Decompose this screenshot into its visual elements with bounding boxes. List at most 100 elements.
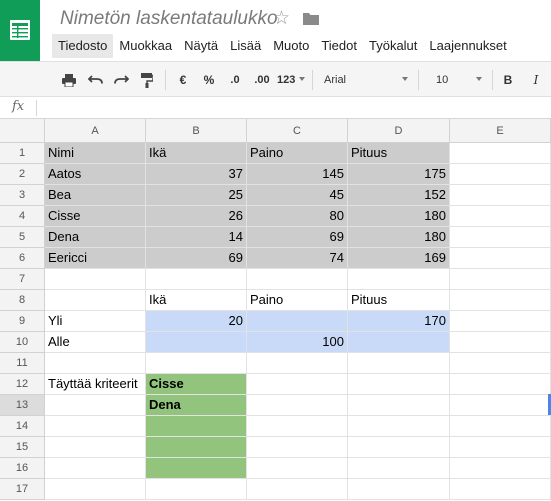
- row-header-9[interactable]: 9: [0, 311, 45, 332]
- formula-input[interactable]: [42, 100, 542, 116]
- column-header-a[interactable]: A: [45, 119, 146, 143]
- cell-d13[interactable]: [348, 395, 450, 416]
- menu-tools[interactable]: Työkalut: [363, 34, 423, 58]
- cell-a16[interactable]: [45, 458, 146, 479]
- cell-b13[interactable]: Dena: [146, 395, 247, 416]
- cell-c1[interactable]: Paino: [247, 143, 348, 164]
- cell-c7[interactable]: [247, 269, 348, 290]
- row-header-5[interactable]: 5: [0, 227, 45, 248]
- menu-data[interactable]: Tiedot: [315, 34, 363, 58]
- cell-c3[interactable]: 45: [247, 185, 348, 206]
- cell-b2[interactable]: 37: [146, 164, 247, 185]
- cell-b9[interactable]: 20: [146, 311, 247, 332]
- cell-d3[interactable]: 152: [348, 185, 450, 206]
- cell-a11[interactable]: [45, 353, 146, 374]
- column-header-d[interactable]: D: [348, 119, 450, 143]
- cell-b6[interactable]: 69: [146, 248, 247, 269]
- cell-a14[interactable]: [45, 416, 146, 437]
- cell-d11[interactable]: [348, 353, 450, 374]
- cell-b5[interactable]: 14: [146, 227, 247, 248]
- row-header-10[interactable]: 10: [0, 332, 45, 353]
- cell-c17[interactable]: [247, 479, 348, 500]
- italic-button[interactable]: I: [527, 70, 545, 90]
- cell-e6[interactable]: [450, 248, 551, 269]
- cell-c14[interactable]: [247, 416, 348, 437]
- cell-a3[interactable]: Bea: [45, 185, 146, 206]
- cell-d4[interactable]: 180: [348, 206, 450, 227]
- cell-c5[interactable]: 69: [247, 227, 348, 248]
- cell-d9[interactable]: 170: [348, 311, 450, 332]
- row-header-7[interactable]: 7: [0, 269, 45, 290]
- cell-c16[interactable]: [247, 458, 348, 479]
- cell-e14[interactable]: [450, 416, 551, 437]
- cell-e2[interactable]: [450, 164, 551, 185]
- row-header-13[interactable]: 13: [0, 395, 45, 416]
- decrease-decimals-button[interactable]: .0: [224, 70, 246, 90]
- cell-d5[interactable]: 180: [348, 227, 450, 248]
- cell-c12[interactable]: [247, 374, 348, 395]
- cell-a6[interactable]: Eericci: [45, 248, 146, 269]
- cell-c4[interactable]: 80: [247, 206, 348, 227]
- cell-c9[interactable]: [247, 311, 348, 332]
- cell-a12[interactable]: Täyttää kriteerit: [45, 374, 146, 395]
- column-header-c[interactable]: C: [247, 119, 348, 143]
- cell-b7[interactable]: [146, 269, 247, 290]
- cell-a5[interactable]: Dena: [45, 227, 146, 248]
- cell-d16[interactable]: [348, 458, 450, 479]
- cell-c15[interactable]: [247, 437, 348, 458]
- cell-b10[interactable]: [146, 332, 247, 353]
- cell-a10[interactable]: Alle: [45, 332, 146, 353]
- cell-e8[interactable]: [450, 290, 551, 311]
- cell-d1[interactable]: Pituus: [348, 143, 450, 164]
- cell-e1[interactable]: [450, 143, 551, 164]
- more-formats-dropdown[interactable]: 123: [277, 70, 305, 90]
- menu-insert[interactable]: Lisää: [224, 34, 267, 58]
- cell-a2[interactable]: Aatos: [45, 164, 146, 185]
- cell-e13[interactable]: [450, 395, 551, 416]
- cell-c11[interactable]: [247, 353, 348, 374]
- cell-d17[interactable]: [348, 479, 450, 500]
- sheets-logo[interactable]: [0, 0, 40, 61]
- increase-decimals-button[interactable]: .00: [250, 70, 274, 90]
- menu-view[interactable]: Näytä: [178, 34, 224, 58]
- redo-icon[interactable]: [110, 70, 132, 90]
- cell-e11[interactable]: [450, 353, 551, 374]
- cell-e12[interactable]: [450, 374, 551, 395]
- cell-e4[interactable]: [450, 206, 551, 227]
- cell-d10[interactable]: [348, 332, 450, 353]
- cell-d6[interactable]: 169: [348, 248, 450, 269]
- font-family-dropdown[interactable]: Arial: [324, 70, 408, 90]
- row-header-11[interactable]: 11: [0, 353, 45, 374]
- cell-b1[interactable]: Ikä: [146, 143, 247, 164]
- font-size-dropdown[interactable]: 10: [436, 70, 482, 90]
- cell-a7[interactable]: [45, 269, 146, 290]
- cell-d15[interactable]: [348, 437, 450, 458]
- column-header-e[interactable]: E: [450, 119, 551, 143]
- cell-a4[interactable]: Cisse: [45, 206, 146, 227]
- cell-e17[interactable]: [450, 479, 551, 500]
- star-icon[interactable]: ☆: [273, 7, 290, 30]
- cell-d8[interactable]: Pituus: [348, 290, 450, 311]
- cell-b8[interactable]: Ikä: [146, 290, 247, 311]
- column-header-b[interactable]: B: [146, 119, 247, 143]
- cell-b3[interactable]: 25: [146, 185, 247, 206]
- menu-addons[interactable]: Laajennukset: [423, 34, 512, 58]
- cell-e9[interactable]: [450, 311, 551, 332]
- row-header-3[interactable]: 3: [0, 185, 45, 206]
- cell-d7[interactable]: [348, 269, 450, 290]
- cell-e7[interactable]: [450, 269, 551, 290]
- cell-e10[interactable]: [450, 332, 551, 353]
- undo-icon[interactable]: [84, 70, 106, 90]
- currency-format-button[interactable]: €: [174, 70, 192, 90]
- cell-b17[interactable]: [146, 479, 247, 500]
- row-header-15[interactable]: 15: [0, 437, 45, 458]
- row-header-12[interactable]: 12: [0, 374, 45, 395]
- menu-edit[interactable]: Muokkaa: [113, 34, 178, 58]
- cell-c13[interactable]: [247, 395, 348, 416]
- cell-c6[interactable]: 74: [247, 248, 348, 269]
- cell-b11[interactable]: [146, 353, 247, 374]
- cell-a13[interactable]: [45, 395, 146, 416]
- cell-c2[interactable]: 145: [247, 164, 348, 185]
- cell-b14[interactable]: [146, 416, 247, 437]
- cell-b4[interactable]: 26: [146, 206, 247, 227]
